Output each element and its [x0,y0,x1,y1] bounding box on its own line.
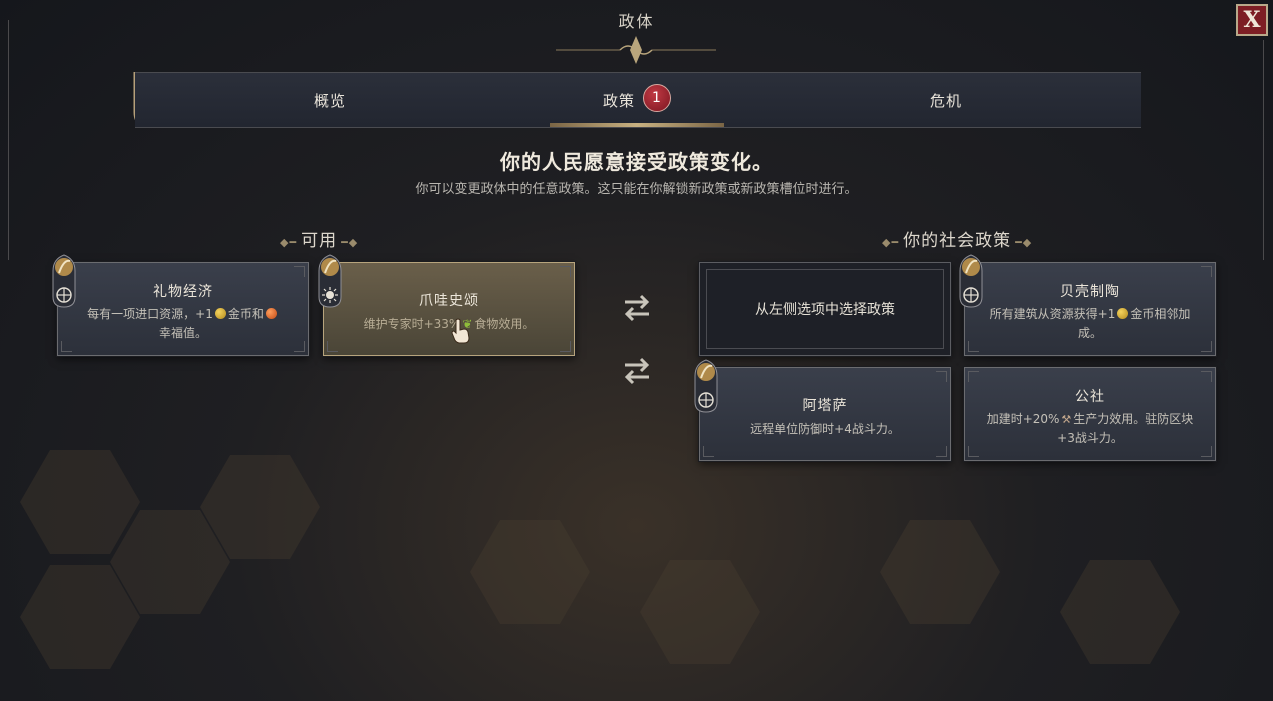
policy-card-title: 礼物经济 [153,284,213,300]
amenity-icon [265,308,277,319]
map-hex-tile [880,520,1000,624]
tab-policies-label: 政策 [602,92,635,110]
globe-icon [694,359,718,413]
swap-arrows-icon[interactable] [619,290,655,326]
policy-slot-empty[interactable]: 从左侧选项中选择政策 [699,262,951,356]
close-button[interactable]: X [1236,4,1268,36]
map-hex-tile [20,450,140,554]
gold-icon [1117,308,1129,319]
production-icon: ⚒ [1061,413,1072,426]
policy-card-description: 远程单位防御时+4战斗力。 [750,422,900,436]
policy-card-shell-pottery[interactable]: 贝壳制陶 所有建筑从资源获得+1 金币相邻加成。 [964,262,1216,356]
globe-icon [52,254,76,308]
policy-card-commune[interactable]: 公社 加建时+20% ⚒ 生产力效用。驻防区块+3战斗力。 [964,367,1216,461]
notification-badge: 1 [643,83,671,112]
globe-icon [959,254,983,308]
policy-card-atasa[interactable]: 阿塔萨 远程单位防御时+4战斗力。 [699,367,951,461]
map-hex-tile [1060,560,1180,664]
policy-card-gift-economy[interactable]: 礼物经济 每有一项进口资源，+1 金币和 幸福值。 [57,262,309,356]
policy-card-title: 贝壳制陶 [1060,284,1120,300]
tab-policies[interactable]: 政策 1 [550,73,724,127]
tab-crisis[interactable]: 危机 [851,73,1041,127]
sun-icon [318,254,342,308]
policy-card-title: 公社 [1075,389,1105,405]
map-hex-tile [470,520,590,624]
tab-crisis-label: 危机 [929,92,962,110]
tab-overview[interactable]: 概览 [235,73,425,127]
policy-card-description: 维护专家时+33% ❦ 食物效用。 [344,315,554,334]
policy-card-description: 所有建筑从资源获得+1 金币相邻加成。 [989,307,1191,340]
policy-subline: 你可以变更政体中的任意政策。这只能在你解锁新政策或新政策槽位时进行。 [415,182,858,197]
policy-headline: 你的人民愿意接受政策变化。 [500,150,773,174]
window-title: 政体 [618,12,655,31]
available-section-label: ◆━ 可用 ━◆ [280,231,359,251]
social-policies-section-label: ◆━ 你的社会政策 ━◆ [882,231,1033,251]
policy-card-title: 爪哇史颂 [419,293,479,309]
active-tab-indicator [550,123,724,127]
policy-card-description: 每有一项进口资源，+1 金币和 幸福值。 [78,305,288,343]
map-hex-tile [640,560,760,664]
policy-card-description: 加建时+20% ⚒ 生产力效用。驻防区块+3战斗力。 [986,412,1194,445]
policy-card-title: 阿塔萨 [802,398,848,414]
tab-overview-label: 概览 [313,92,346,110]
hand-cursor-icon [451,318,470,344]
swap-arrows-icon[interactable] [619,353,655,389]
title-ornament-icon [556,36,716,64]
policy-card-nagarakretagama[interactable]: 爪哇史颂 维护专家时+33% ❦ 食物效用。 [323,262,575,356]
frame-border-left [8,20,9,260]
gold-icon [214,308,226,319]
empty-slot-text: 从左侧选项中选择政策 [755,302,895,318]
tab-bar: 概览 政策 1 危机 [135,72,1141,128]
